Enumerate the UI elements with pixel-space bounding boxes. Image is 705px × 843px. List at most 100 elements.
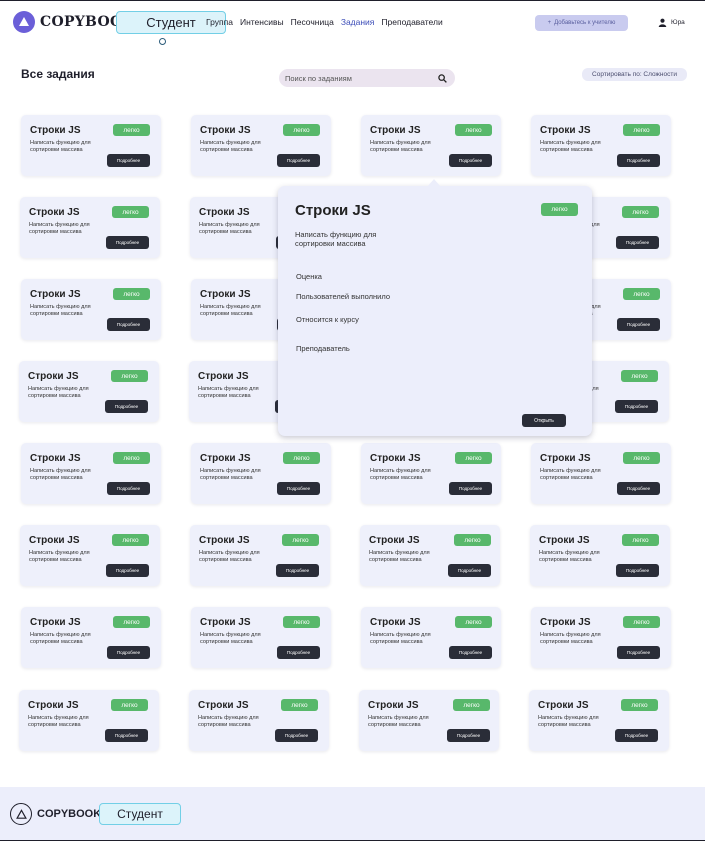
task-card[interactable]: Строки JS легко Написать функцию для сорти… xyxy=(530,525,670,586)
popover-field-teacher: Преподаватель xyxy=(296,344,350,353)
task-card[interactable]: Строки JS легко Написать функцию для сорти… xyxy=(531,443,671,504)
search-bar[interactable] xyxy=(279,69,455,87)
details-button[interactable]: Подробнее xyxy=(615,400,658,413)
task-card[interactable]: Строки JS легко Написать функцию для сорти… xyxy=(191,607,331,668)
details-button[interactable]: Подробнее xyxy=(107,318,150,331)
nav-item-4[interactable]: Преподаватели xyxy=(381,17,442,27)
task-card[interactable]: Строки JS легко Написать функцию для сорти… xyxy=(21,115,161,176)
task-card[interactable]: Строки JS легко Написать функцию для сорти… xyxy=(189,690,329,751)
page-title: Все задания xyxy=(21,67,95,81)
difficulty-badge: легко xyxy=(113,124,150,136)
task-title: Строки JS xyxy=(200,453,251,464)
task-description: Написать функцию для сортировки массива xyxy=(540,140,601,153)
task-card[interactable]: Строки JS легко Написать функцию для сорти… xyxy=(21,607,161,668)
task-card[interactable]: Строки JS легко Написать функцию для сорти… xyxy=(531,115,671,176)
details-button[interactable]: Подробнее xyxy=(616,236,659,249)
task-title: Строки JS xyxy=(538,700,589,711)
search-icon[interactable] xyxy=(438,73,447,83)
popover-difficulty-badge: легко xyxy=(541,203,578,216)
details-button[interactable]: Подробнее xyxy=(277,646,320,659)
details-button[interactable]: Подробнее xyxy=(277,154,320,167)
footer-logo-text: COPYBOOK xyxy=(37,808,102,820)
details-button[interactable]: Подробнее xyxy=(106,236,149,249)
task-card[interactable]: Строки JS легко Написать функцию для сорти… xyxy=(361,607,501,668)
nav-item-0[interactable]: Группа xyxy=(206,17,233,27)
difficulty-badge: легко xyxy=(113,616,150,628)
task-description: Написать функцию для сортировки массива xyxy=(198,715,259,728)
task-card[interactable]: Строки JS легко Написать функцию для сорти… xyxy=(190,525,330,586)
details-button[interactable]: Подробнее xyxy=(447,729,490,742)
task-card[interactable]: Строки JS легко Написать функцию для сорти… xyxy=(531,607,671,668)
details-button[interactable]: Подробнее xyxy=(448,564,491,577)
sort-dropdown[interactable]: Сортировать по: Сложности xyxy=(582,68,687,81)
plus-icon: + xyxy=(547,20,552,26)
task-card[interactable]: Строки JS легко Написать функцию для сорти… xyxy=(191,115,331,176)
details-button[interactable]: Подробнее xyxy=(275,729,318,742)
task-description: Написать функцию для сортировки массива xyxy=(369,550,430,563)
task-description: Написать функцию для сортировки массива xyxy=(199,222,260,235)
footer-logo-icon xyxy=(10,803,32,825)
details-button[interactable]: Подробнее xyxy=(105,400,148,413)
role-indicator-icon xyxy=(159,38,166,45)
details-button[interactable]: Подробнее xyxy=(449,154,492,167)
task-card[interactable]: Строки JS легко Написать функцию для сорти… xyxy=(19,361,159,422)
task-card[interactable]: Строки JS легко Написать функцию для сорти… xyxy=(361,115,501,176)
task-card[interactable]: Строки JS легко Написать функцию для сорти… xyxy=(19,690,159,751)
nav-item-1[interactable]: Интенсивы xyxy=(240,17,284,27)
details-button[interactable]: Подробнее xyxy=(107,646,150,659)
details-button[interactable]: Подробнее xyxy=(105,729,148,742)
details-button[interactable]: Подробнее xyxy=(616,564,659,577)
task-title: Строки JS xyxy=(30,125,81,136)
add-teacher-button[interactable]: + Добавьтесь к учителю xyxy=(535,15,628,31)
task-title: Строки JS xyxy=(198,700,249,711)
details-button[interactable]: Подробнее xyxy=(107,482,150,495)
open-task-button[interactable]: Открыть xyxy=(522,414,566,427)
task-card[interactable]: Строки JS легко Написать функцию для сорти… xyxy=(360,525,500,586)
difficulty-badge: легко xyxy=(453,699,490,711)
task-title: Строки JS xyxy=(200,289,251,300)
details-button[interactable]: Подробнее xyxy=(449,646,492,659)
task-card[interactable]: Строки JS легко Написать функцию для сорти… xyxy=(20,197,160,258)
popover-field-rating: Оценка xyxy=(296,272,322,281)
task-description: Написать функцию для сортировки массива xyxy=(200,468,261,481)
search-input[interactable] xyxy=(285,73,438,83)
difficulty-badge: легко xyxy=(111,370,148,382)
difficulty-badge: легко xyxy=(283,452,320,464)
nav-item-2[interactable]: Песочница xyxy=(291,17,334,27)
task-card[interactable]: Строки JS легко Написать функцию для сорти… xyxy=(20,525,160,586)
details-button[interactable]: Подробнее xyxy=(106,564,149,577)
task-card[interactable]: Строки JS легко Написать функцию для сорти… xyxy=(21,279,161,340)
task-description: Написать функцию для сортировки массива xyxy=(200,304,261,317)
task-description: Написать функцию для сортировки массива xyxy=(30,468,91,481)
footer-logo[interactable]: COPYBOOK xyxy=(10,803,101,825)
difficulty-badge: легко xyxy=(113,288,150,300)
details-button[interactable]: Подробнее xyxy=(617,154,660,167)
task-title: Строки JS xyxy=(30,289,81,300)
footer-role-badge[interactable]: Студент xyxy=(99,803,181,825)
task-card[interactable]: Строки JS легко Написать функцию для сорти… xyxy=(191,443,331,504)
task-title: Строки JS xyxy=(370,453,421,464)
difficulty-badge: легко xyxy=(283,124,320,136)
details-button[interactable]: Подробнее xyxy=(617,646,660,659)
task-description: Написать функцию для сортировки массива xyxy=(30,140,91,153)
details-button[interactable]: Подробнее xyxy=(617,318,660,331)
task-title: Строки JS xyxy=(198,371,249,382)
main-nav: Группа Интенсивы Песочница Задания Преподава… xyxy=(206,17,443,27)
difficulty-badge: легко xyxy=(623,452,660,464)
task-card[interactable]: Строки JS легко Написать функцию для сорти… xyxy=(361,443,501,504)
details-button[interactable]: Подробнее xyxy=(276,564,319,577)
task-card[interactable]: Строки JS легко Написать функцию для сорти… xyxy=(359,690,499,751)
details-button[interactable]: Подробнее xyxy=(449,482,492,495)
details-button[interactable]: Подробнее xyxy=(615,729,658,742)
task-card[interactable]: Строки JS легко Написать функцию для сорти… xyxy=(529,690,669,751)
nav-item-3[interactable]: Задания xyxy=(341,17,375,27)
difficulty-badge: легко xyxy=(454,534,491,546)
task-title: Строки JS xyxy=(199,535,250,546)
task-card[interactable]: Строки JS легко Написать функцию для сорти… xyxy=(21,443,161,504)
user-menu[interactable]: Юра xyxy=(658,18,685,27)
details-button[interactable]: Подробнее xyxy=(277,482,320,495)
difficulty-badge: легко xyxy=(455,452,492,464)
task-title: Строки JS xyxy=(540,125,591,136)
details-button[interactable]: Подробнее xyxy=(617,482,660,495)
details-button[interactable]: Подробнее xyxy=(107,154,150,167)
